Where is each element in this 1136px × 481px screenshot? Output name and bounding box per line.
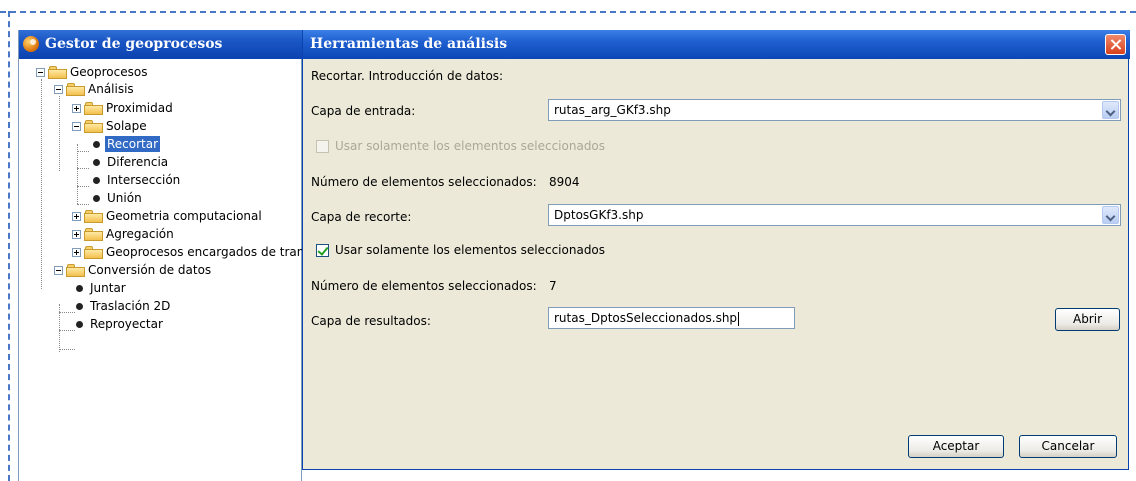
geoprocess-manager-title: Gestor de geoprocesos <box>45 36 223 52</box>
tree-node-label: Proximidad <box>106 101 173 115</box>
tree-node-reproyectar[interactable]: Reproyectar <box>19 316 303 332</box>
tree-node-solape[interactable]: Solape <box>19 118 303 134</box>
result-layer-input[interactable]: rutas_DptosSeleccionados.shp <box>548 307 795 329</box>
tree-node-proximidad[interactable]: Proximidad <box>19 100 303 116</box>
tree-node-union[interactable]: Unión <box>19 190 303 206</box>
folder-icon <box>48 66 67 79</box>
expand-icon[interactable] <box>72 248 81 257</box>
frame-left-dashed-border <box>8 11 10 481</box>
folder-icon <box>66 264 85 277</box>
clip-layer-label: Capa de recorte: <box>311 210 412 224</box>
tree-node-label: Traslación 2D <box>90 299 171 313</box>
input-layer-value: rutas_arg_GKf3.shp <box>554 103 671 117</box>
clip-selected-only-checkbox[interactable] <box>316 244 329 257</box>
leaf-bullet-icon <box>93 195 100 202</box>
text-caret <box>738 311 740 326</box>
leaf-bullet-icon <box>76 285 83 292</box>
tree-node-label: Solape <box>106 119 147 133</box>
result-layer-value: rutas_DptosSeleccionados.shp <box>554 311 738 325</box>
input-layer-select[interactable]: rutas_arg_GKf3.shp <box>548 99 1121 121</box>
folder-icon <box>84 210 103 223</box>
close-icon[interactable] <box>1105 34 1126 55</box>
tree-node-label: Análisis <box>88 82 134 96</box>
tree-node-agregacion[interactable]: Agregación <box>19 226 303 242</box>
clip-selected-only-label: Usar solamente los elementos seleccionad… <box>335 243 606 257</box>
input-layer-label: Capa de entrada: <box>311 104 416 118</box>
clip-count-value: 7 <box>549 279 557 293</box>
tree-node-label: Geoprocesos <box>70 65 148 79</box>
tree-node-label: Agregación <box>106 227 174 241</box>
tree-node-label: Geometria computacional <box>106 209 262 223</box>
input-count-label: Número de elementos seleccionados: <box>311 175 537 189</box>
input-selected-only-checkbox[interactable] <box>316 140 329 153</box>
analysis-tools-dialog: Herramientas de análisis Recortar. Intro… <box>302 30 1130 470</box>
clip-layer-select[interactable]: DptosGKf3.shp <box>548 204 1121 226</box>
tree-node-recortar[interactable]: Recortar <box>19 136 303 152</box>
tree-node-label: Intersección <box>107 173 181 187</box>
leaf-bullet-icon <box>93 159 100 166</box>
tree-node-geometria-computacional[interactable]: Geometria computacional <box>19 208 303 224</box>
cancel-button[interactable]: Cancelar <box>1019 435 1117 458</box>
input-count-value: 8904 <box>549 175 580 189</box>
geoprocess-manager-window: Gestor de geoprocesos Geoprocesos Anális… <box>18 30 303 481</box>
collapse-icon[interactable] <box>54 266 63 275</box>
result-layer-label: Capa de resultados: <box>311 314 431 328</box>
tree-node-label: Reproyectar <box>90 317 163 331</box>
tree-node-conversion-de-datos[interactable]: Conversión de datos <box>19 262 303 278</box>
open-button[interactable]: Abrir <box>1055 308 1120 331</box>
collapse-icon[interactable] <box>36 68 45 77</box>
tree-node-diferencia[interactable]: Diferencia <box>19 154 303 170</box>
expand-icon[interactable] <box>72 212 81 221</box>
clip-layer-value: DptosGKf3.shp <box>554 208 644 222</box>
tree-node-juntar[interactable]: Juntar <box>19 280 303 296</box>
collapse-icon[interactable] <box>72 122 81 131</box>
section-heading: Recortar. Introducción de datos: <box>311 69 504 83</box>
collapse-icon[interactable] <box>54 85 63 94</box>
expand-icon[interactable] <box>72 230 81 239</box>
folder-icon <box>66 83 85 96</box>
analysis-tools-titlebar: Herramientas de análisis <box>303 30 1130 59</box>
tree-node-traslacion-2d[interactable]: Traslación 2D <box>19 298 303 314</box>
folder-icon <box>84 228 103 241</box>
expand-icon[interactable] <box>72 104 81 113</box>
tree-node-geoprocesos-encargados[interactable]: Geoprocesos encargados de tran <box>19 244 303 260</box>
tree-node-label: Geoprocesos encargados de tran <box>106 245 303 259</box>
frame-top-dashed-border <box>0 11 1136 13</box>
leaf-bullet-icon <box>93 141 100 148</box>
tree-connector <box>59 349 75 350</box>
accept-button[interactable]: Aceptar <box>908 435 1004 458</box>
leaf-bullet-icon <box>76 303 83 310</box>
leaf-bullet-icon <box>76 321 83 328</box>
folder-icon <box>84 246 103 259</box>
tree-node-label: Juntar <box>90 281 126 295</box>
folder-icon <box>84 120 103 133</box>
clip-count-label: Número de elementos seleccionados: <box>311 279 537 293</box>
chevron-down-icon[interactable] <box>1102 101 1119 119</box>
tree-node-label: Unión <box>107 191 142 205</box>
tree-node-label-selected: Recortar <box>105 136 161 152</box>
folder-icon <box>84 102 103 115</box>
leaf-bullet-icon <box>93 177 100 184</box>
tree-node-analisis[interactable]: Análisis <box>19 81 303 97</box>
input-selected-only-label: Usar solamente los elementos seleccionad… <box>335 139 606 153</box>
geoprocess-manager-titlebar: Gestor de geoprocesos <box>19 30 303 59</box>
tree-node-label: Conversión de datos <box>88 263 212 277</box>
gvsig-app-icon <box>23 36 39 52</box>
tree-node-geoprocesos[interactable]: Geoprocesos <box>19 64 303 80</box>
tree-node-label: Diferencia <box>107 155 169 169</box>
tree-node-interseccion[interactable]: Intersección <box>19 172 303 188</box>
chevron-down-icon[interactable] <box>1102 206 1119 224</box>
dialog-title: Herramientas de análisis <box>310 36 508 52</box>
